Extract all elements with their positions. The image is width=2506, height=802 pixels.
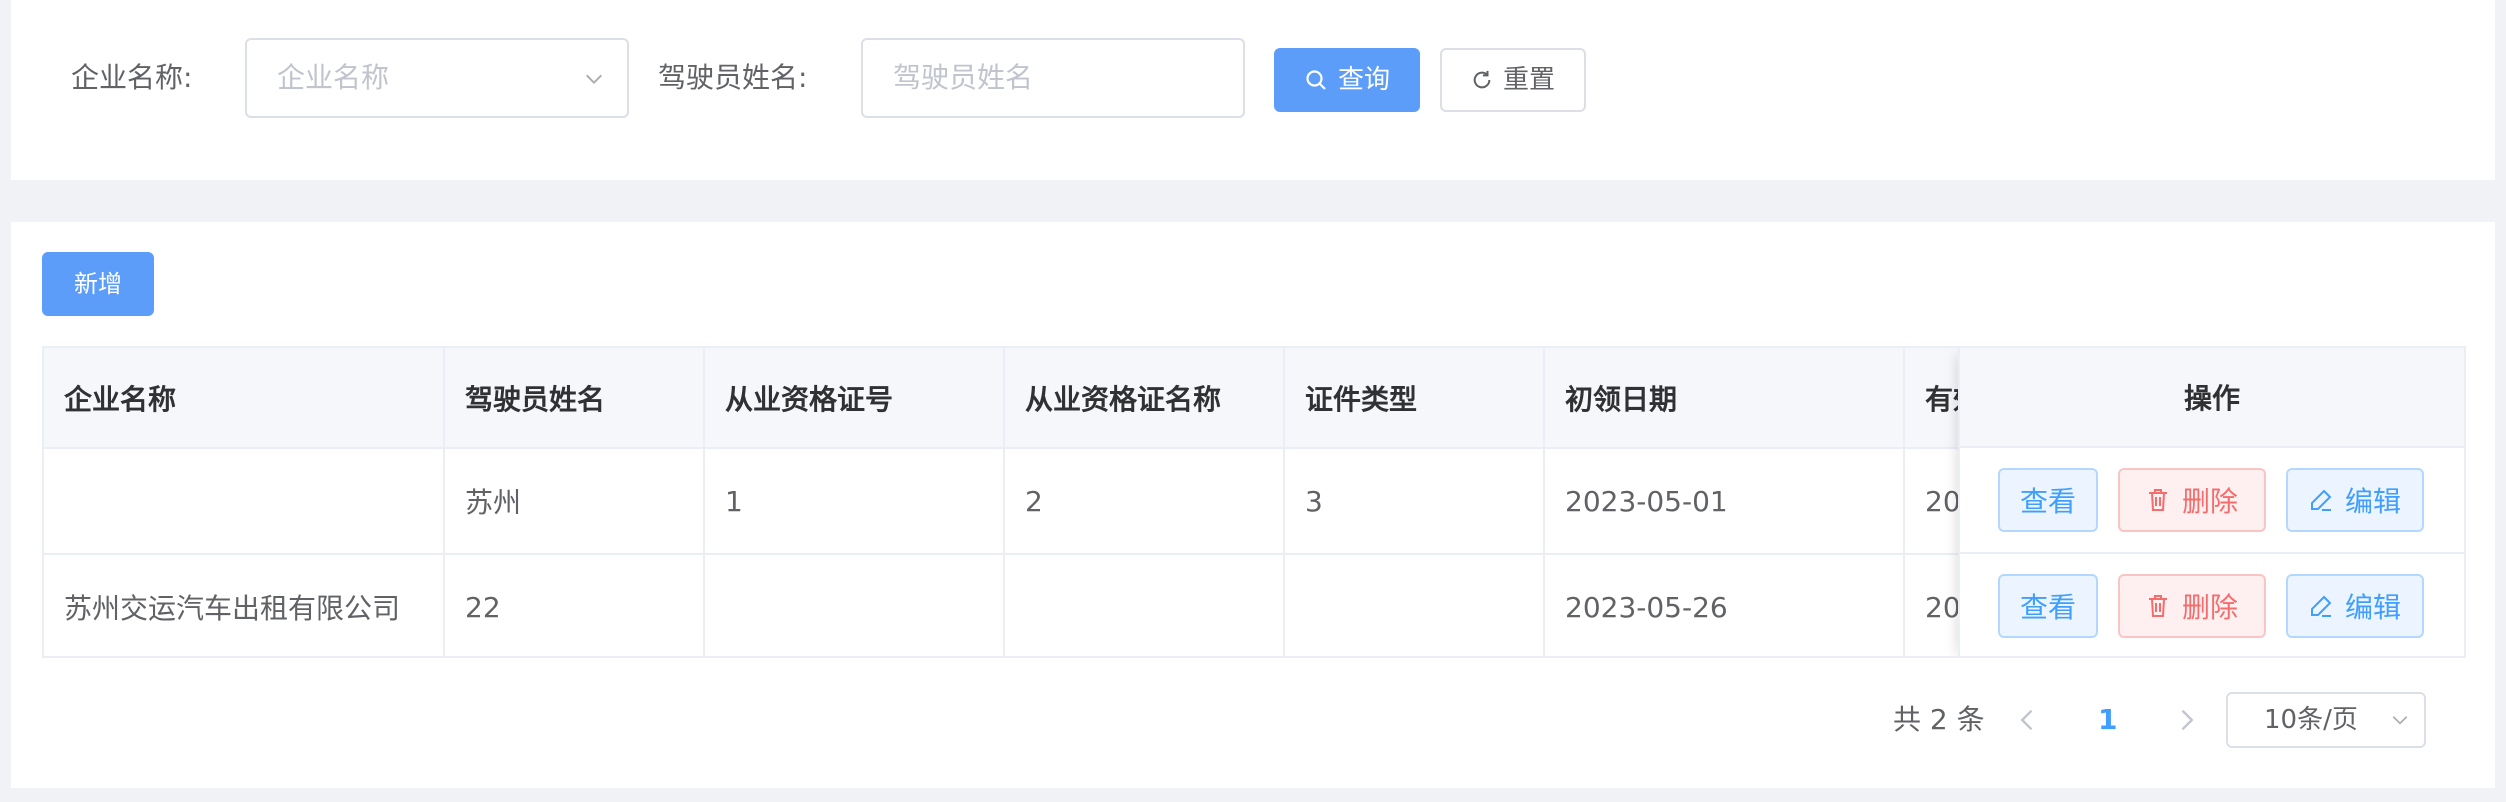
data-table: 企业名称 驾驶员姓名 从业资格证号 从业资格证名称 证件类型 初领日期 有效 苏… — [42, 346, 2466, 658]
delete-button[interactable]: 删除 — [2118, 468, 2266, 532]
query-button-label: 查询 — [1337, 65, 1390, 95]
chevron-right-icon[interactable] — [2172, 706, 2200, 734]
col-header-actions: 操作 — [1960, 348, 2464, 448]
col-header-first-date: 初领日期 — [1544, 348, 1905, 449]
cell-first-date: 2023-05-26 — [1544, 554, 1905, 656]
driver-label: 驾驶员姓名: — [658, 61, 808, 94]
edit-button[interactable]: 编辑 — [2286, 574, 2424, 638]
edit-icon — [2310, 489, 2332, 511]
chevron-down-icon — [2392, 716, 2408, 725]
cell-first-date: 2023-05-01 — [1544, 448, 1905, 555]
chevron-left-icon[interactable] — [2014, 706, 2042, 734]
edit-button-label: 编辑 — [2344, 591, 2401, 624]
actions-row: 查看 删除 编辑 — [1960, 448, 2464, 554]
pagination-total: 共 2 条 — [1893, 703, 1985, 736]
cell-driver: 22 — [444, 554, 705, 656]
cell-cert-name: 2 — [1004, 448, 1285, 555]
cell-cert-name — [1004, 554, 1285, 656]
company-label: 企业名称: — [71, 61, 193, 94]
edit-button-label: 编辑 — [2344, 485, 2401, 518]
fixed-actions-column: 操作 查看 删除 编辑 查看 删除 编辑 — [1958, 348, 2464, 656]
search-panel: 企业名称: 企业名称 驾驶员姓名: 驾驶员姓名 查询 重置 — [11, 0, 2495, 180]
col-header-cert-name: 从业资格证名称 — [1004, 348, 1285, 449]
company-select-placeholder: 企业名称 — [277, 61, 390, 94]
cell-cert-type: 3 — [1284, 448, 1545, 555]
delete-button[interactable]: 删除 — [2118, 574, 2266, 638]
view-button-label: 查看 — [2019, 485, 2076, 518]
cell-company: 苏州交运汽车出租有限公司 — [44, 554, 445, 656]
cell-company — [44, 448, 445, 555]
delete-button-label: 删除 — [2181, 591, 2238, 624]
edit-button[interactable]: 编辑 — [2286, 468, 2424, 532]
page-size-value: 10条/页 — [2264, 705, 2358, 735]
driver-name-placeholder: 驾驶员姓名 — [893, 61, 1034, 94]
cell-cert-type — [1284, 554, 1545, 656]
edit-icon — [2310, 595, 2332, 617]
col-header-driver: 驾驶员姓名 — [444, 348, 705, 449]
col-header-cert-type: 证件类型 — [1284, 348, 1545, 449]
add-button-label: 新增 — [74, 270, 122, 298]
delete-button-label: 删除 — [2181, 485, 2238, 518]
refresh-icon — [1473, 70, 1491, 89]
reset-button-label: 重置 — [1502, 65, 1555, 95]
search-icon — [1306, 70, 1326, 90]
table-row: 苏州 1 2 3 2023-05-01 20 — [44, 448, 2105, 555]
cell-cert-no: 1 — [704, 448, 1005, 555]
add-button[interactable]: 新增 — [42, 252, 154, 316]
col-header-cert-no: 从业资格证号 — [704, 348, 1005, 449]
view-button-label: 查看 — [2019, 591, 2076, 624]
cell-cert-no — [704, 554, 1005, 656]
query-button[interactable]: 查询 — [1274, 48, 1420, 112]
company-select[interactable]: 企业名称 — [245, 38, 629, 118]
actions-row: 查看 删除 编辑 — [1960, 554, 2464, 656]
trash-icon — [2148, 595, 2167, 617]
reset-button[interactable]: 重置 — [1440, 48, 1586, 112]
view-button[interactable]: 查看 — [1998, 468, 2098, 532]
cell-driver: 苏州 — [444, 448, 705, 555]
pagination-page-current[interactable]: 1 — [2098, 702, 2117, 738]
driver-name-input[interactable]: 驾驶员姓名 — [861, 38, 1245, 118]
page-size-select[interactable]: 10条/页 — [2226, 692, 2426, 748]
table-header-row: 企业名称 驾驶员姓名 从业资格证号 从业资格证名称 证件类型 初领日期 有效 — [44, 348, 2105, 449]
chevron-down-icon — [586, 74, 602, 84]
col-header-company: 企业名称 — [44, 348, 445, 449]
view-button[interactable]: 查看 — [1998, 574, 2098, 638]
trash-icon — [2148, 489, 2167, 511]
table-row: 苏州交运汽车出租有限公司 22 2023-05-26 20 — [44, 554, 2105, 656]
